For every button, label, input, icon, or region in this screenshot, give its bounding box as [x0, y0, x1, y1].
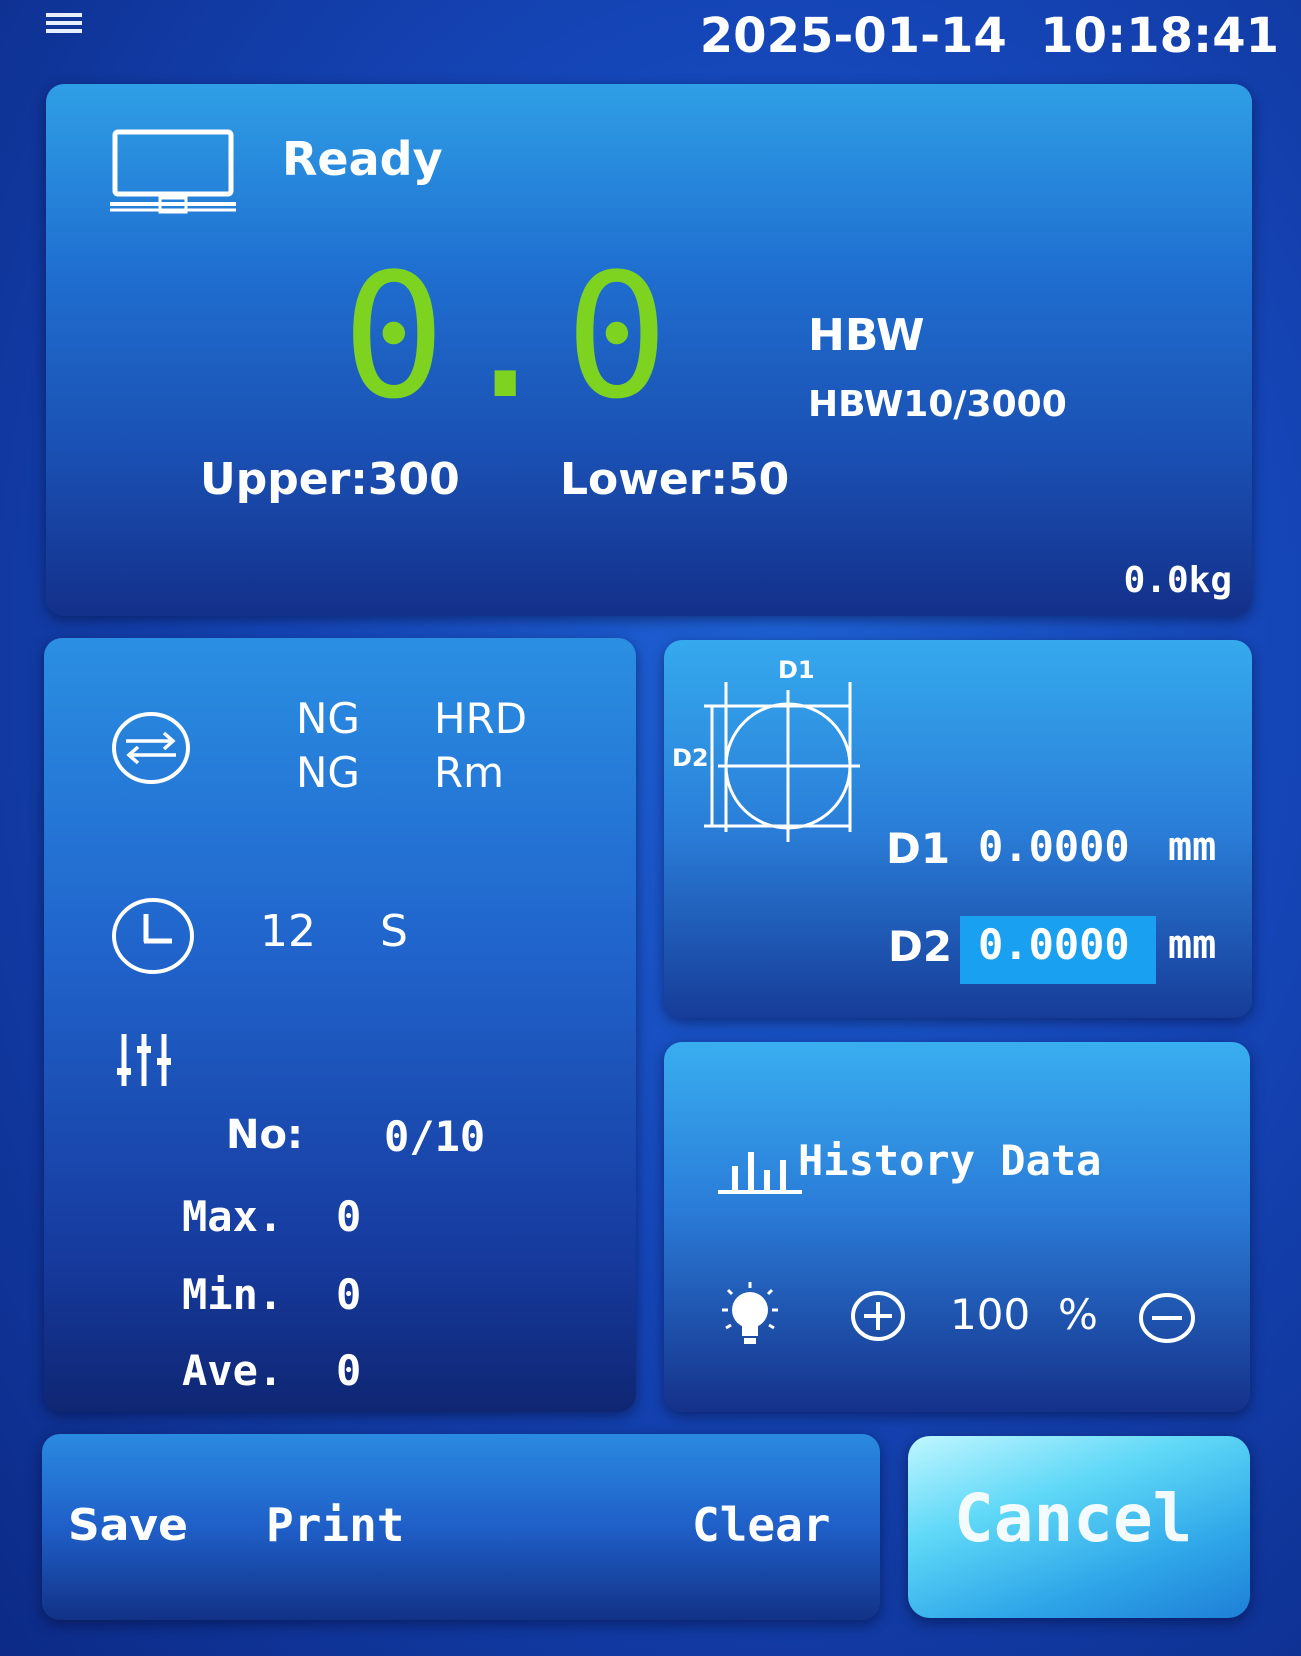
- status-label: Ready: [282, 132, 443, 186]
- diagonal-panel: D1 D2 D1 0.0000 mm D2 0.0000 mm: [664, 640, 1252, 1018]
- test-method: HBW10/3000: [808, 384, 1067, 425]
- plus-circle-icon[interactable]: [850, 1290, 906, 1346]
- stats-min-value: 0: [336, 1270, 362, 1319]
- datetime: 2025-01-14 10:18:41: [699, 8, 1279, 64]
- stats-no-value: 0/10: [384, 1112, 486, 1161]
- menu-icon[interactable]: [44, 10, 84, 36]
- stats-max-label: Max.: [182, 1192, 284, 1241]
- stats-no-label: No:: [226, 1112, 303, 1158]
- print-button[interactable]: Print: [266, 1498, 404, 1552]
- monitor-icon: [110, 128, 236, 218]
- history-data-button[interactable]: History Data: [718, 1136, 1158, 1198]
- sliders-icon[interactable]: [116, 1030, 182, 1094]
- stats-max-value: 0: [336, 1192, 362, 1241]
- diagram-d1-label: D1: [778, 656, 815, 684]
- conversion-scale-1: HRD: [434, 694, 528, 743]
- hardness-scale: HBW: [808, 310, 925, 361]
- history-panel: History Data 100 %: [664, 1042, 1250, 1412]
- d1-unit: mm: [1168, 824, 1217, 870]
- cancel-button[interactable]: Cancel: [908, 1436, 1250, 1618]
- clear-button[interactable]: Clear: [692, 1498, 830, 1552]
- bulb-icon: [716, 1280, 784, 1356]
- conversion-result-1: NG: [296, 694, 360, 743]
- stats-panel: NG HRD NG Rm 12 S No: 0/10 Max. 0 Min. 0…: [44, 638, 636, 1412]
- stats-ave-value: 0: [336, 1346, 362, 1395]
- brightness-value: 100: [950, 1290, 1031, 1339]
- conversion-scale-2: Rm: [434, 748, 505, 797]
- stats-min-label: Min.: [182, 1270, 284, 1319]
- history-data-label: History Data: [798, 1136, 1102, 1185]
- minus-circle-icon[interactable]: [1138, 1292, 1196, 1348]
- d1-value[interactable]: 0.0000: [978, 822, 1130, 871]
- upper-limit: Upper:300: [200, 454, 460, 505]
- clock-icon: [110, 896, 196, 980]
- d2-value[interactable]: 0.0000: [978, 920, 1130, 969]
- indentation-diagram: D1 D2: [670, 650, 870, 854]
- conversion-result-2: NG: [296, 748, 360, 797]
- d1-label: D1: [886, 824, 951, 873]
- stats-ave-label: Ave.: [182, 1346, 284, 1395]
- action-bar: Save Print Clear: [42, 1434, 880, 1620]
- dwell-time-unit: S: [380, 906, 408, 957]
- cancel-label: Cancel: [954, 1480, 1193, 1557]
- hardness-value: 0.0: [342, 236, 677, 437]
- lower-limit: Lower:50: [560, 454, 790, 505]
- load-readout: 0.0kg: [1123, 560, 1232, 601]
- brightness-unit: %: [1058, 1290, 1098, 1339]
- bar-chart-icon: [718, 1152, 802, 1194]
- d2-label: D2: [888, 922, 953, 971]
- save-button[interactable]: Save: [68, 1500, 188, 1551]
- diagram-d2-label: D2: [672, 744, 709, 772]
- swap-icon[interactable]: [110, 710, 192, 790]
- reading-panel: Ready 0.0 HBW HBW10/3000 Upper:300 Lower…: [46, 84, 1252, 616]
- d2-unit: mm: [1168, 922, 1217, 968]
- dwell-time-value[interactable]: 12: [260, 906, 316, 957]
